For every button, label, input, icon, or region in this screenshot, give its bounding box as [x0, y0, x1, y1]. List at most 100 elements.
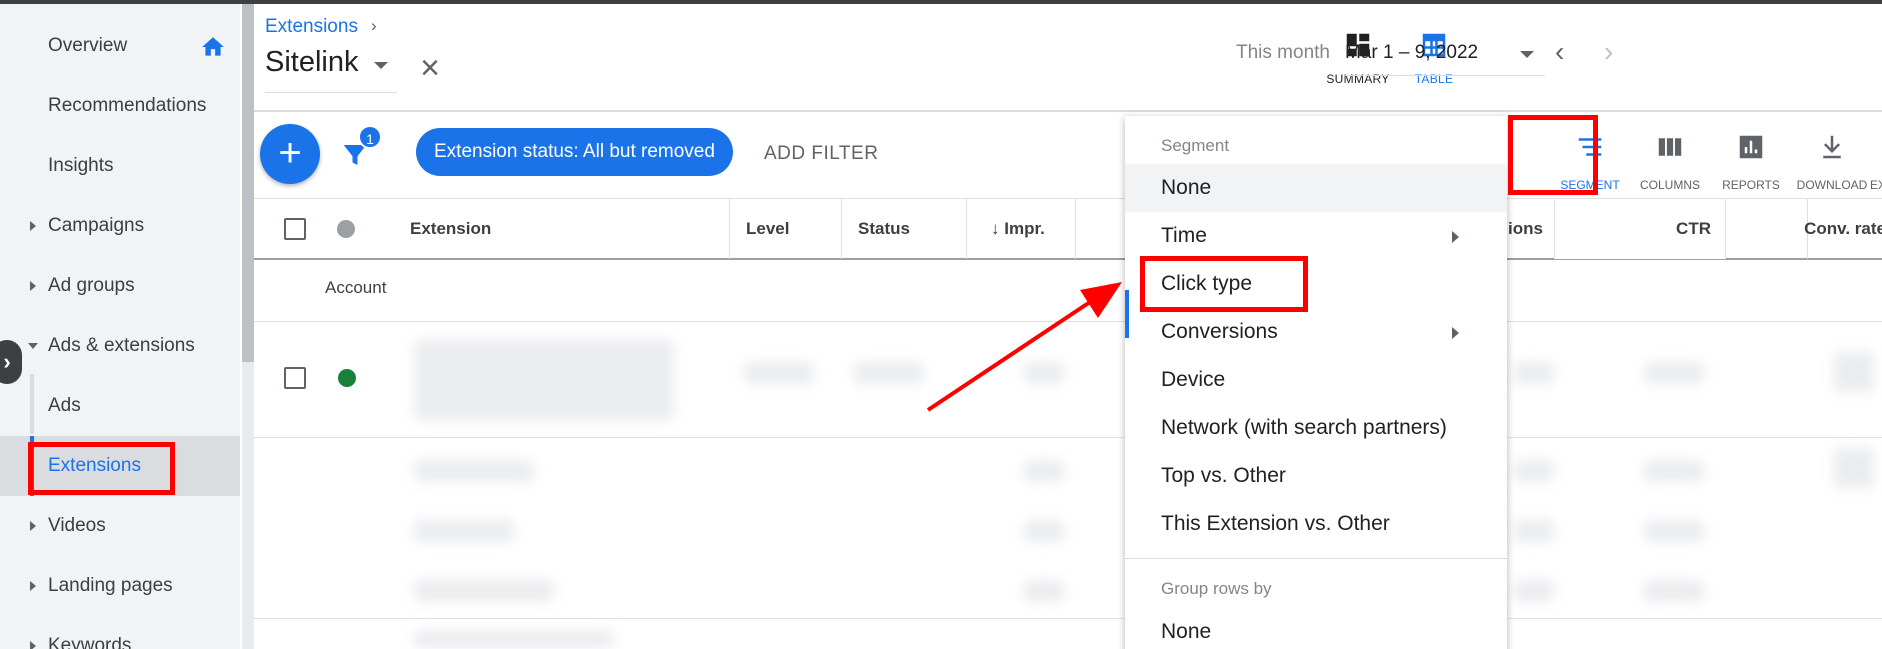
column-header-status[interactable]: Status: [842, 199, 967, 259]
status-filter-chip[interactable]: Extension status: All but removed: [416, 128, 733, 176]
previous-period-icon[interactable]: ‹: [1555, 36, 1564, 68]
page-header: Extensions › Sitelink × SUMMARY TABLE: [254, 4, 1882, 112]
columns-icon: [1658, 138, 1682, 156]
segment-option-time[interactable]: Time: [1125, 212, 1507, 260]
segment-section-title: Segment: [1161, 136, 1230, 155]
reports-icon: [1739, 135, 1763, 159]
add-filter-button[interactable]: ADD FILTER: [764, 143, 878, 165]
sidebar-item-label: Keywords: [48, 635, 132, 649]
sidebar-item-recommendations[interactable]: Recommendations: [0, 76, 240, 136]
column-header-extension[interactable]: Extension: [394, 199, 730, 259]
expand-label: EXPAN: [1870, 178, 1882, 192]
sidebar-item-label: Videos: [48, 515, 106, 536]
sidebar-item-insights[interactable]: Insights: [0, 136, 240, 196]
group-rows-option-none[interactable]: None: [1125, 608, 1507, 649]
group-rows-section-title: Group rows by: [1161, 579, 1272, 598]
redacted-content: [744, 362, 814, 384]
sidebar-item-ad-groups[interactable]: Ad groups: [0, 256, 240, 316]
row-checkbox[interactable]: [284, 367, 306, 389]
select-all-checkbox[interactable]: [284, 218, 306, 240]
expand-arrow-icon: [30, 521, 36, 531]
columns-label: COLUMNS: [1639, 178, 1700, 192]
sidebar-item-landing-pages[interactable]: Landing pages: [0, 556, 240, 616]
annotation-box-extensions: [28, 442, 175, 495]
redacted-content: [1024, 520, 1064, 542]
date-dropdown-icon[interactable]: [1520, 51, 1534, 58]
date-underline: [1345, 75, 1545, 76]
column-header-conv-rate[interactable]: Conv. rate: [1726, 199, 1882, 259]
annotation-box-segment: [1508, 115, 1598, 195]
expand-arrow-icon: [30, 581, 36, 591]
add-button[interactable]: +: [260, 124, 320, 184]
expand-arrow-icon: [30, 281, 36, 291]
redacted-content: [1834, 352, 1874, 392]
redacted-content: [1644, 520, 1704, 542]
plus-icon: +: [278, 131, 302, 175]
date-range-picker[interactable]: Mar 1 – 9, 2022: [1345, 42, 1478, 64]
table-row[interactable]: [254, 322, 1882, 438]
collapse-arrow-icon: [28, 343, 38, 349]
sidebar-item-label: Recommendations: [48, 95, 207, 116]
annotation-box-click-type: [1140, 256, 1308, 312]
status-header-dot: [337, 220, 355, 238]
breadcrumb-link[interactable]: Extensions: [265, 16, 358, 38]
redacted-content: [854, 362, 924, 384]
download-icon: [1823, 135, 1841, 159]
sidebar-item-campaigns[interactable]: Campaigns: [0, 196, 240, 256]
segment-option-top-vs-other[interactable]: Top vs. Other: [1125, 452, 1507, 500]
title-dropdown-icon[interactable]: [374, 62, 388, 69]
download-button[interactable]: DOWNLOAD: [1790, 126, 1874, 196]
reports-label: REPORTS: [1722, 178, 1780, 192]
page-title[interactable]: Sitelink: [265, 46, 359, 79]
account-row-label: Account: [325, 278, 387, 297]
redacted-content: [414, 520, 514, 542]
sidebar-item-videos[interactable]: Videos: [0, 496, 240, 556]
redacted-content: [1514, 460, 1554, 482]
menu-active-indicator: [1125, 290, 1129, 338]
redacted-content: [414, 630, 614, 648]
sidebar-item-label: Ad groups: [48, 275, 135, 296]
table-row-account: Account: [254, 260, 1882, 322]
column-header-impr[interactable]: ↓ Impr.: [967, 199, 1076, 259]
sidebar-item-label: Insights: [48, 155, 114, 176]
segment-option-device[interactable]: Device: [1125, 356, 1507, 404]
redacted-content: [414, 340, 674, 420]
redacted-content: [1644, 580, 1704, 602]
sort-descending-icon: ↓: [991, 219, 1005, 238]
segment-option-network[interactable]: Network (with search partners): [1125, 404, 1507, 452]
table-toolbar: + 1 Extension status: All but removed AD…: [254, 114, 1882, 198]
column-header-label: Impr.: [1004, 219, 1045, 238]
sidebar-nav: Overview Recommendations Insights Campai…: [0, 4, 240, 649]
collapse-sidebar-button[interactable]: ›: [0, 340, 22, 384]
sidebar-item-keywords[interactable]: Keywords: [0, 616, 240, 649]
sidebar-item-label: Ads: [48, 395, 81, 416]
reports-button[interactable]: REPORTS: [1709, 126, 1793, 196]
segment-option-extension-vs-other[interactable]: This Extension vs. Other: [1125, 500, 1507, 548]
redacted-content: [1514, 520, 1554, 542]
redacted-content: [1514, 362, 1554, 384]
expand-arrow-icon: [30, 641, 36, 649]
redacted-content: [1644, 362, 1704, 384]
filter-count-badge: 1: [358, 125, 382, 149]
submenu-arrow-icon: [1452, 327, 1459, 339]
redacted-content: [1644, 460, 1704, 482]
sidebar-scroll-thumb[interactable]: [242, 4, 254, 362]
status-enabled-dot: [338, 369, 356, 387]
sidebar-item-ads[interactable]: Ads: [0, 376, 240, 436]
table-header-row: Extension Level Status ↓ Impr. ions CTR …: [254, 198, 1882, 260]
sidebar-item-ads-extensions[interactable]: Ads & extensions: [0, 316, 240, 376]
columns-button[interactable]: COLUMNS: [1628, 126, 1712, 196]
menu-item-label: Conversions: [1161, 320, 1278, 343]
redacted-content: [1834, 448, 1874, 488]
segment-option-none[interactable]: None: [1125, 164, 1507, 212]
column-header-level[interactable]: Level: [730, 199, 842, 259]
close-icon[interactable]: ×: [414, 51, 446, 85]
expand-arrow-icon: [30, 221, 36, 231]
next-period-icon[interactable]: ›: [1604, 36, 1613, 68]
sidebar-item-label: Campaigns: [48, 215, 145, 236]
expand-button[interactable]: EXPAN: [1870, 126, 1882, 196]
segment-option-conversions[interactable]: Conversions: [1125, 308, 1507, 356]
breadcrumb-chevron-icon: ›: [371, 16, 377, 35]
redacted-content: [1024, 460, 1064, 482]
column-header-ctr[interactable]: CTR: [1554, 199, 1726, 259]
